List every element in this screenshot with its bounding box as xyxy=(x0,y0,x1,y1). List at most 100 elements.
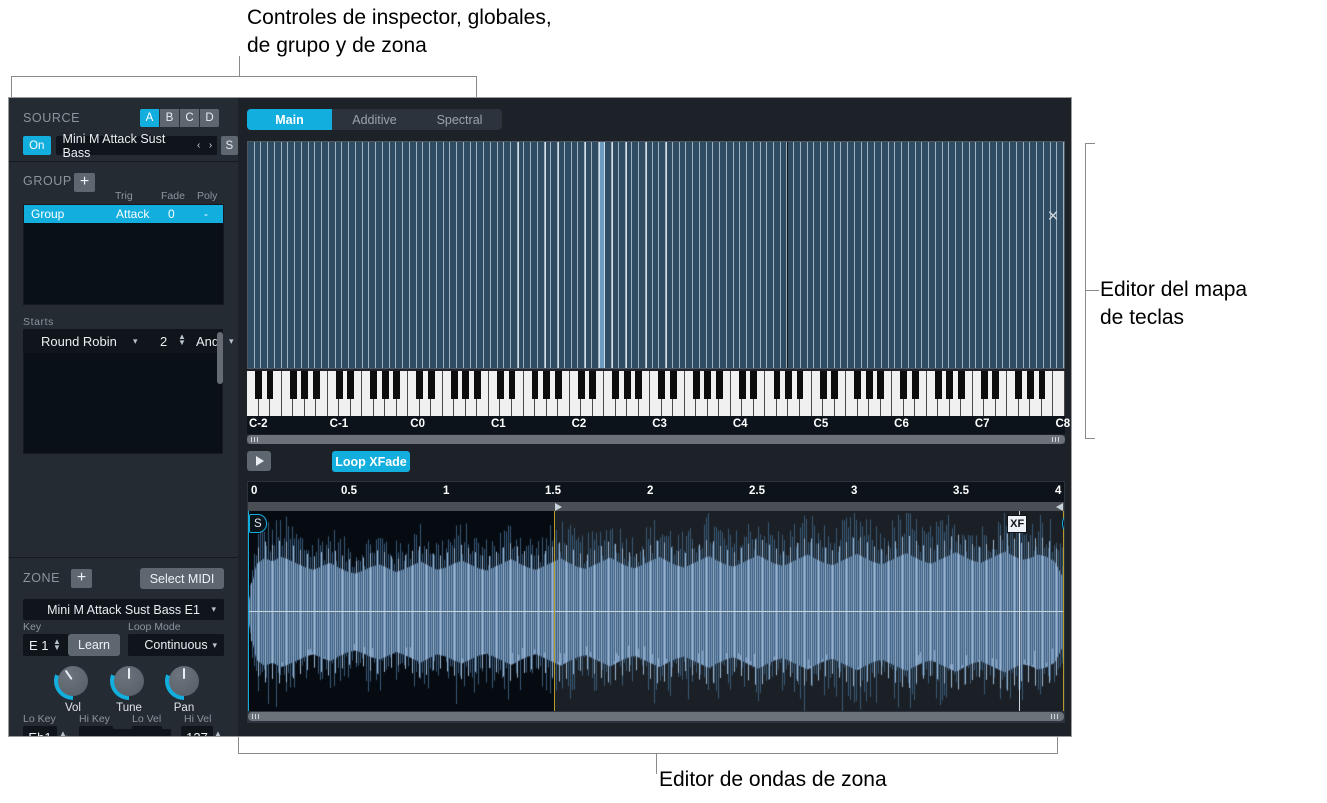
keymap-key-column[interactable] xyxy=(612,142,619,368)
keymap-key-column[interactable] xyxy=(639,142,646,368)
piano-black-key[interactable] xyxy=(554,371,562,399)
keymap-key-column[interactable] xyxy=(720,142,727,368)
piano-black-key[interactable] xyxy=(450,371,458,399)
keymap-key-column[interactable] xyxy=(301,142,309,368)
piano-black-key[interactable] xyxy=(612,371,620,399)
chevron-down-icon-2[interactable]: ▾ xyxy=(229,336,234,347)
keymap-key-column[interactable] xyxy=(774,142,781,368)
piano-black-key[interactable] xyxy=(911,371,919,399)
select-midi-button[interactable]: Select MIDI xyxy=(140,568,224,589)
piano-black-key[interactable] xyxy=(462,371,470,399)
loop-end-line[interactable] xyxy=(1063,511,1064,711)
hi-vel-stepper[interactable]: ▲▼ xyxy=(214,730,222,737)
keymap-key-column[interactable] xyxy=(740,142,748,368)
piano-black-key[interactable] xyxy=(301,371,309,399)
piano-black-key[interactable] xyxy=(773,371,781,399)
key-field[interactable]: E 1 xyxy=(23,634,71,656)
close-icon[interactable]: × xyxy=(1044,207,1062,226)
source-slot-d[interactable]: D xyxy=(200,109,219,127)
add-zone-button[interactable]: + xyxy=(71,569,92,588)
piano-black-key[interactable] xyxy=(1015,371,1023,399)
piano-black-key[interactable] xyxy=(589,371,597,399)
keymap-key-column[interactable] xyxy=(854,142,862,368)
keymap-key-column[interactable] xyxy=(463,142,471,368)
piano-black-key[interactable] xyxy=(738,371,746,399)
piano-black-key[interactable] xyxy=(531,371,539,399)
starts-logic-value[interactable]: And xyxy=(196,334,219,349)
keymap-key-column[interactable] xyxy=(1023,142,1031,368)
source-name-field[interactable]: Mini M Attack Sust Bass xyxy=(55,132,193,160)
chevron-down-icon-loopmode[interactable]: ▾ xyxy=(212,640,217,651)
source-slot-a[interactable]: A xyxy=(140,109,160,127)
keymap-key-column[interactable] xyxy=(484,142,491,368)
keymap-key-column[interactable] xyxy=(645,142,653,368)
vol-knob[interactable] xyxy=(54,662,92,700)
piano-black-key[interactable] xyxy=(312,371,320,399)
keymap-key-column[interactable] xyxy=(814,142,822,368)
tab-main[interactable]: Main xyxy=(247,109,332,130)
loop-xfade-button[interactable]: Loop XFade xyxy=(332,451,410,472)
keymap-key-column[interactable] xyxy=(591,142,599,368)
keymap-key-column[interactable] xyxy=(1050,142,1058,368)
zone-wave-editor[interactable]: 0 0.5 1 1.5 2 2.5 3 3.5 4 S E XF xyxy=(247,481,1065,723)
keymap-key-column[interactable] xyxy=(753,142,761,368)
xfade-marker[interactable]: XF xyxy=(1007,515,1028,533)
keymap-key-column[interactable] xyxy=(416,142,424,368)
piano-black-key[interactable] xyxy=(427,371,435,399)
keymap-key-column[interactable] xyxy=(929,142,936,368)
keymap-key-column[interactable] xyxy=(369,142,377,368)
keymap-key-column[interactable] xyxy=(922,142,930,368)
keymap-key-column[interactable] xyxy=(956,142,963,368)
sample-end-marker[interactable]: E xyxy=(1062,514,1064,533)
keymap-key-column[interactable] xyxy=(976,142,984,368)
keymap-key-column[interactable] xyxy=(780,142,788,368)
keymap-key-column[interactable] xyxy=(794,142,801,368)
piano-black-key[interactable] xyxy=(819,371,827,399)
keymap-key-column[interactable] xyxy=(699,142,707,368)
keymap-key-column[interactable] xyxy=(983,142,990,368)
keymap-key-column[interactable] xyxy=(989,142,997,368)
keymap-key-column[interactable] xyxy=(605,142,613,368)
sample-start-line[interactable] xyxy=(248,511,249,711)
keymap-key-column[interactable] xyxy=(423,142,431,368)
keymap-key-column[interactable] xyxy=(962,142,970,368)
keymap-key-column[interactable] xyxy=(1003,142,1011,368)
keymap-key-column[interactable] xyxy=(585,142,592,368)
piano-black-key[interactable] xyxy=(508,371,516,399)
keymap-key-column[interactable] xyxy=(517,142,525,368)
keymap-key-column[interactable] xyxy=(841,142,849,368)
wave-loop-bar[interactable] xyxy=(248,502,1064,511)
keymap-key-column[interactable] xyxy=(335,142,343,368)
source-prev-icon[interactable]: ‹ xyxy=(192,136,205,155)
keymap-key-column[interactable] xyxy=(747,142,754,368)
keymap-key-column[interactable] xyxy=(436,142,444,368)
sample-start-marker[interactable]: S xyxy=(249,514,267,533)
starts-mode-value[interactable]: Round Robin xyxy=(41,334,117,349)
keymap-zone-selected[interactable] xyxy=(598,142,606,368)
keymap-key-column[interactable] xyxy=(274,142,282,368)
piano-black-key[interactable] xyxy=(1038,371,1046,399)
keymap-key-column[interactable] xyxy=(1037,142,1044,368)
piano-black-key[interactable] xyxy=(704,371,712,399)
piano-black-key[interactable] xyxy=(692,371,700,399)
keymap-key-column[interactable] xyxy=(504,142,511,368)
keymap-key-column[interactable] xyxy=(821,142,828,368)
piano-black-key[interactable] xyxy=(946,371,954,399)
starts-count-stepper[interactable]: ▲ ▼ xyxy=(178,333,186,347)
keymap-key-column[interactable] xyxy=(888,142,896,368)
piano-keyboard[interactable] xyxy=(247,371,1065,416)
keymap-key-column[interactable] xyxy=(281,142,289,368)
key-map-editor[interactable] xyxy=(247,141,1065,369)
keymap-key-column[interactable] xyxy=(881,142,889,368)
chevron-down-icon-zone[interactable]: ▾ xyxy=(211,604,216,615)
keymap-scroll-thumb[interactable] xyxy=(247,435,1065,444)
piano-black-key[interactable] xyxy=(831,371,839,399)
keymap-key-column[interactable] xyxy=(949,142,957,368)
keymap-key-column[interactable] xyxy=(666,142,673,368)
piano-black-key[interactable] xyxy=(289,371,297,399)
keymap-key-column[interactable] xyxy=(322,142,329,368)
keymap-key-column[interactable] xyxy=(328,142,336,368)
piano-black-key[interactable] xyxy=(393,371,401,399)
keymap-key-column[interactable] xyxy=(861,142,869,368)
keymap-key-column[interactable] xyxy=(767,142,774,368)
